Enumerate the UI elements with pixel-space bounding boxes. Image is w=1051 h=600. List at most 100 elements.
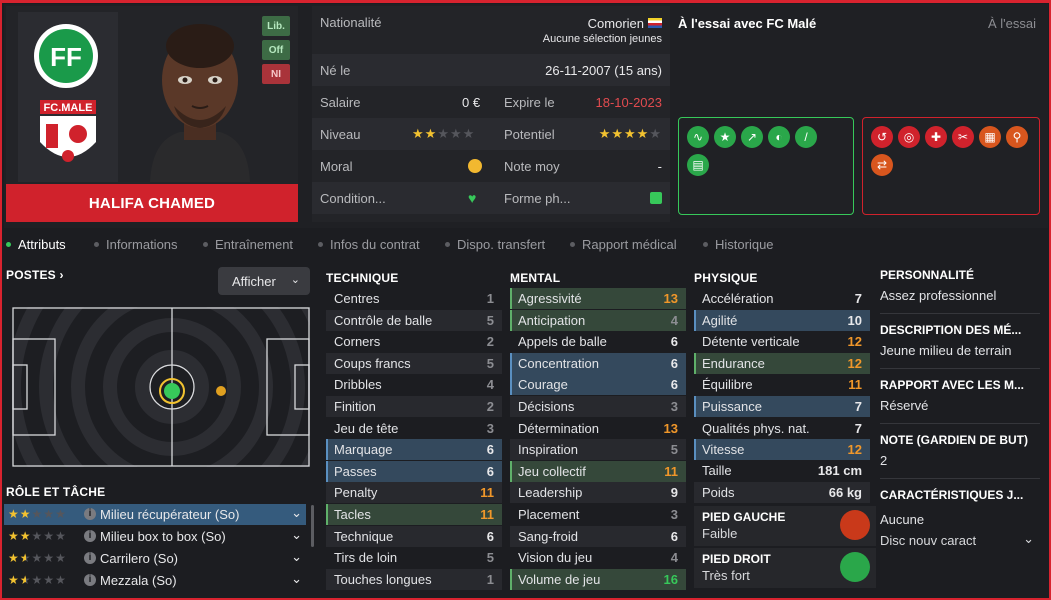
medical-cross-icon[interactable]: ✚ <box>925 126 947 148</box>
chevron-down-icon[interactable]: ⌄ <box>291 549 302 565</box>
attribute-row[interactable]: Détermination 13 <box>510 418 686 439</box>
attribute-name: Vitesse <box>702 442 745 458</box>
attribute-row[interactable]: Leadership 9 <box>510 482 686 504</box>
attribute-row[interactable]: Qualités phys. nat. 7 <box>694 418 870 439</box>
attribute-row[interactable]: Dribbles 4 <box>326 374 502 395</box>
attribute-row[interactable]: Concentration 6 <box>510 352 686 374</box>
dna-icon[interactable]: ✂ <box>952 126 974 148</box>
attribute-row[interactable]: Appels de balle 6 <box>510 331 686 352</box>
status-off-button[interactable]: Off <box>262 40 290 60</box>
bandage-icon[interactable]: / <box>795 126 817 148</box>
document-icon[interactable]: ▦ <box>979 126 1001 148</box>
nationality-value[interactable]: Comorien <box>588 16 644 31</box>
info-icon[interactable]: i <box>84 552 96 564</box>
attribute-row[interactable]: Contrôle de balle 5 <box>326 309 502 331</box>
role-stars: ★★★★★ <box>8 573 67 587</box>
pulse-icon[interactable]: ∿ <box>687 126 709 148</box>
trial-info: À l'essai avec FC Malé À l'essai <box>678 16 1040 31</box>
role-row[interactable]: ★★★★★ i Carrilero (So) ⌄ <box>4 548 306 569</box>
status-lib-button[interactable]: Lib. <box>262 16 290 36</box>
tab-medical[interactable]: Rapport médical <box>570 237 677 252</box>
star-icon[interactable]: ★ <box>714 126 736 148</box>
attribute-row[interactable]: Coups francs 5 <box>326 352 502 374</box>
chevron-down-icon[interactable]: ⌄ <box>291 571 302 587</box>
attribute-row[interactable]: Jeu de tête 3 <box>326 418 502 439</box>
attribute-value: 5 <box>486 312 494 328</box>
attribute-row[interactable]: Accélération 7 <box>694 288 870 309</box>
attribute-row[interactable]: Touches longues 1 <box>326 568 502 590</box>
tab-transfert[interactable]: Dispo. transfert <box>445 237 545 252</box>
role-row[interactable]: ★★★★★ i Milieu récupérateur (So) ⌄ <box>4 504 306 525</box>
roles-scrollbar[interactable] <box>311 505 314 547</box>
attribute-row[interactable]: Équilibre 11 <box>694 374 870 395</box>
attribute-value: 6 <box>486 442 494 458</box>
tab-entrainement[interactable]: Entraînement <box>203 237 293 252</box>
trend-icon[interactable]: ↗ <box>741 126 763 148</box>
footprint-icon[interactable]: ⚲ <box>1006 126 1028 148</box>
attribute-row[interactable]: Tirs de loin 5 <box>326 547 502 568</box>
positions-header[interactable]: POSTES › <box>6 268 64 282</box>
technique-header: TECHNIQUE <box>326 271 399 285</box>
attribute-value: 11 <box>664 463 678 479</box>
role-stars: ★★★★★ <box>8 507 67 521</box>
role-row[interactable]: ★★★★★ i Mezzala (So) ⌄ <box>4 570 306 591</box>
attribute-name: Marquage <box>334 442 393 458</box>
info-icon[interactable]: i <box>84 508 96 520</box>
role-name: Carrilero (So) <box>100 551 179 566</box>
attribute-name: Passes <box>334 463 377 479</box>
attribute-row[interactable]: Vitesse 12 <box>694 439 870 461</box>
potential-stars: ★★★★★ <box>598 126 662 141</box>
divider <box>880 423 1040 424</box>
tab-historique[interactable]: Historique <box>703 237 774 252</box>
tab-dot <box>445 242 450 247</box>
show-dropdown[interactable]: Afficher ⌄ <box>218 267 310 295</box>
born-value: 26-11-2007 (15 ans) <box>545 63 662 78</box>
attribute-row[interactable]: Volume de jeu 16 <box>510 568 686 590</box>
level-row: Niveau ★★★★★ Potentiel ★★★★★ <box>312 118 670 150</box>
tab-informations[interactable]: Informations <box>94 237 178 252</box>
attribute-row[interactable]: Puissance 7 <box>694 396 870 417</box>
attribute-row[interactable]: Agilité 10 <box>694 309 870 331</box>
contract-icon[interactable]: ▤ <box>687 154 709 176</box>
attribute-value: 4 <box>670 550 678 566</box>
born-row: Né le 26-11-2007 (15 ans) <box>312 54 670 86</box>
chevron-down-icon[interactable]: ⌄ <box>291 527 302 543</box>
attribute-row[interactable]: Corners 2 <box>326 331 502 352</box>
attribute-row[interactable]: Centres 1 <box>326 288 502 309</box>
attribute-row[interactable]: Agressivité 13 <box>510 288 686 309</box>
attribute-row[interactable]: Finition 2 <box>326 396 502 417</box>
attribute-row[interactable]: Courage 6 <box>510 374 686 396</box>
target-icon[interactable]: ◎ <box>898 126 920 148</box>
attribute-row[interactable]: Placement 3 <box>510 504 686 525</box>
attribute-row[interactable]: Tacles 11 <box>326 504 502 525</box>
attribute-name: Agressivité <box>518 291 582 306</box>
chevron-down-icon[interactable]: ⌄ <box>291 505 302 521</box>
info-icon[interactable]: i <box>84 574 96 586</box>
brain-icon[interactable]: ◐ <box>768 126 790 148</box>
attribute-row[interactable]: Marquage 6 <box>326 439 502 461</box>
attribute-row[interactable]: Jeu collectif 11 <box>510 460 686 482</box>
attribute-row[interactable]: Décisions 3 <box>510 396 686 417</box>
attribute-row[interactable]: Inspiration 5 <box>510 439 686 461</box>
weaknesses-box: ↺ ◎ ✚ ✂ ▦ ⚲ ⇄ <box>862 117 1040 215</box>
attribute-row[interactable]: Vision du jeu 4 <box>510 547 686 568</box>
attribute-row[interactable]: Technique 6 <box>326 525 502 547</box>
attribute-row[interactable]: Penalty 11 <box>326 482 502 504</box>
height-value: 181 cm <box>817 463 862 478</box>
attribute-row[interactable]: Sang-froid 6 <box>510 525 686 547</box>
handshake-icon[interactable]: ⇄ <box>871 154 893 176</box>
attribute-name: Agilité <box>702 312 738 328</box>
new-trait-dropdown[interactable]: Disc nouv caract ⌄ <box>880 531 1040 553</box>
role-row[interactable]: ★★★★★ i Milieu box to box (So) ⌄ <box>4 526 306 547</box>
tab-attributs[interactable]: Attributs <box>6 237 66 252</box>
tab-contrat[interactable]: Infos du contrat <box>318 237 420 252</box>
attribute-row[interactable]: Passes 6 <box>326 460 502 482</box>
whistle-icon[interactable]: ↺ <box>871 126 893 148</box>
top-accent-bar <box>0 0 1051 3</box>
info-icon[interactable]: i <box>84 530 96 542</box>
attribute-row[interactable]: Anticipation 4 <box>510 309 686 331</box>
attribute-row[interactable]: Détente verticale 12 <box>694 331 870 352</box>
attribute-row[interactable]: Endurance 12 <box>694 352 870 374</box>
status-ni-button[interactable]: NI <box>262 64 290 84</box>
attribute-value: 5 <box>486 550 494 566</box>
